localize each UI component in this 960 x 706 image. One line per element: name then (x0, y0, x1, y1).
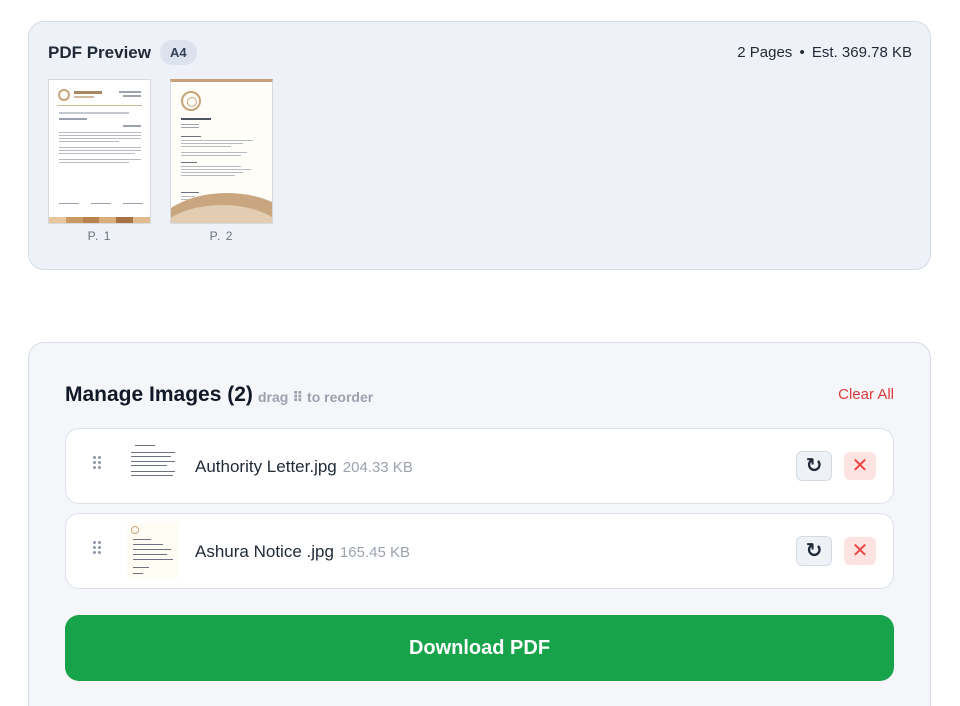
image-thumbnail (127, 523, 179, 579)
manage-title: Manage Images (2) (65, 383, 253, 406)
letterhead-logo-icon (58, 89, 70, 101)
rotate-button[interactable]: ↻ (796, 451, 832, 481)
preview-title: PDF Preview (48, 43, 151, 62)
pdf-preview-panel: PDF Preview A4 2 Pages • Est. 369.78 KB (28, 21, 931, 270)
page-2-preview (170, 79, 273, 224)
drag-handle-icon[interactable] (93, 541, 103, 557)
file-name-text: Ashura Notice .jpg (195, 542, 334, 561)
manage-images-panel: Manage Images (2) drag ⠿ to reorder Clea… (28, 342, 931, 706)
remove-button[interactable]: ✕ (844, 537, 876, 565)
file-size: 165.45 KB (339, 544, 410, 561)
file-name: Authority Letter.jpg 204.33 KB (195, 457, 413, 477)
image-list-item[interactable]: Authority Letter.jpg 204.33 KB ↻ ✕ (65, 428, 894, 504)
download-pdf-button[interactable]: Download PDF (65, 615, 894, 681)
page-label: P. 2 (209, 229, 234, 243)
page-count: 2 Pages (737, 44, 793, 61)
meta-separator: • (799, 44, 805, 61)
image-list-item[interactable]: Ashura Notice .jpg 165.45 KB ↻ ✕ (65, 513, 894, 589)
remove-button[interactable]: ✕ (844, 452, 876, 480)
rotate-button[interactable]: ↻ (796, 536, 832, 566)
size-estimate: Est. 369.78 KB (811, 44, 912, 61)
file-name: Ashura Notice .jpg 165.45 KB (195, 542, 410, 562)
image-thumbnail (127, 438, 179, 494)
clear-all-button[interactable]: Clear All (838, 386, 894, 403)
file-size: 204.33 KB (342, 459, 413, 476)
page-thumbnail-1[interactable]: P. 1 (48, 79, 151, 243)
page-label: P. 1 (87, 229, 112, 243)
preview-meta: 2 Pages • Est. 369.78 KB (737, 44, 912, 61)
page-size-badge: A4 (160, 40, 197, 65)
drag-handle-icon[interactable] (93, 456, 103, 472)
page-thumbnail-2[interactable]: P. 2 (170, 79, 273, 243)
letterhead-footer-band (49, 217, 150, 223)
seal-icon (181, 91, 201, 111)
page-1-preview (48, 79, 151, 224)
file-name-text: Authority Letter.jpg (195, 457, 337, 476)
reorder-hint: drag ⠿ to reorder (258, 389, 374, 405)
